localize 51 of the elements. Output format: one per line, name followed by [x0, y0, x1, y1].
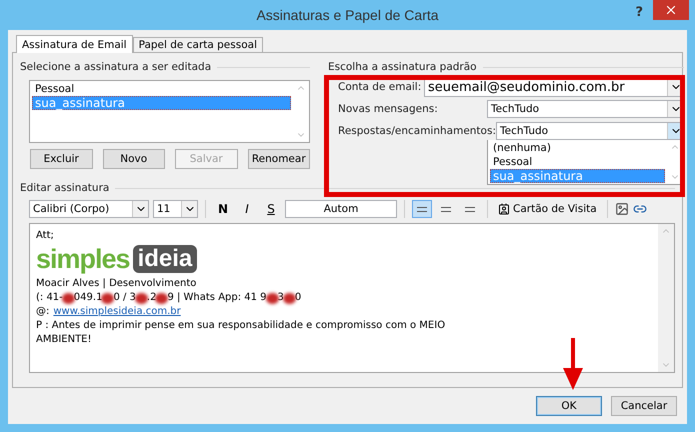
- dropdown-option[interactable]: Pessoal: [490, 155, 665, 169]
- signature-line: Moacir Alves | Desenvolvimento: [36, 277, 198, 291]
- dialog-button[interactable]: OK: [536, 396, 602, 416]
- tab[interactable]: Assinatura de Email: [16, 35, 133, 53]
- signature-list[interactable]: Pessoal sua_assinatura: [29, 80, 310, 143]
- color-select[interactable]: Autom: [285, 200, 397, 218]
- font-select[interactable]: Calibri (Corpo): [29, 200, 149, 218]
- format-button[interactable]: N: [213, 202, 233, 216]
- section-title: Editar assinatura: [20, 182, 110, 194]
- phone-text: 3: [278, 291, 284, 305]
- logo-text: simples: [36, 245, 130, 273]
- section-title: Selecione a assinatura a ser editada: [20, 61, 212, 74]
- action-button[interactable]: Novo: [102, 149, 165, 169]
- greeting-text: Att;: [36, 229, 55, 243]
- field-label: Respostas/encaminhamentos:: [338, 125, 496, 137]
- format-button[interactable]: I: [237, 202, 257, 216]
- dropdown-option[interactable]: (nenhuma): [490, 141, 665, 155]
- field-label: Novas mensagens:: [338, 103, 438, 115]
- website-link[interactable]: www.simplesideia.com.br: [53, 305, 181, 319]
- section-title: Escolha a assinatura padrão: [328, 61, 477, 73]
- format-button[interactable]: S: [261, 202, 281, 216]
- size-select[interactable]: 11: [153, 200, 198, 218]
- signature-editor[interactable]: [29, 223, 675, 373]
- action-button[interactable]: Excluir: [30, 149, 92, 169]
- window-title: Assinaturas e Papel de Carta: [256, 7, 439, 23]
- list-item[interactable]: Pessoal: [32, 82, 291, 96]
- tab[interactable]: Papel de carta pessoal: [132, 37, 263, 52]
- signature-line: AMBIENTE!: [36, 333, 93, 347]
- align-button[interactable]: [412, 200, 432, 218]
- close-button[interactable]: [653, 0, 689, 20]
- business-card-button[interactable]: Cartão de Visita: [495, 203, 600, 215]
- phone-text: 0 / 3: [113, 291, 136, 305]
- logo-text: ideia: [132, 245, 198, 273]
- phone-text: (: 41-: [36, 291, 63, 305]
- align-icon: [465, 206, 475, 212]
- phone-text: 0: [294, 291, 302, 305]
- action-button[interactable]: Renomear: [248, 149, 310, 169]
- align-icon: [441, 206, 451, 212]
- phone-text: .2: [146, 291, 156, 305]
- close-icon: [664, 3, 678, 17]
- phone-text: 9 | Whats App: 41 9: [167, 291, 267, 305]
- image-icon[interactable]: [614, 202, 629, 216]
- link-label: @:: [36, 305, 50, 319]
- arrow-icon: [561, 338, 585, 390]
- phone-text: 049.1: [74, 291, 102, 305]
- signature-line: P : Antes de imprimir pense em sua responsabilidade e compromisso com o MEIO: [36, 319, 446, 333]
- contact-card-icon: [498, 203, 510, 215]
- align-icon: [417, 206, 427, 212]
- dialog-button[interactable]: Cancelar: [611, 396, 677, 416]
- field-label: Conta de email:: [338, 81, 422, 93]
- help-button[interactable]: ?: [635, 0, 643, 20]
